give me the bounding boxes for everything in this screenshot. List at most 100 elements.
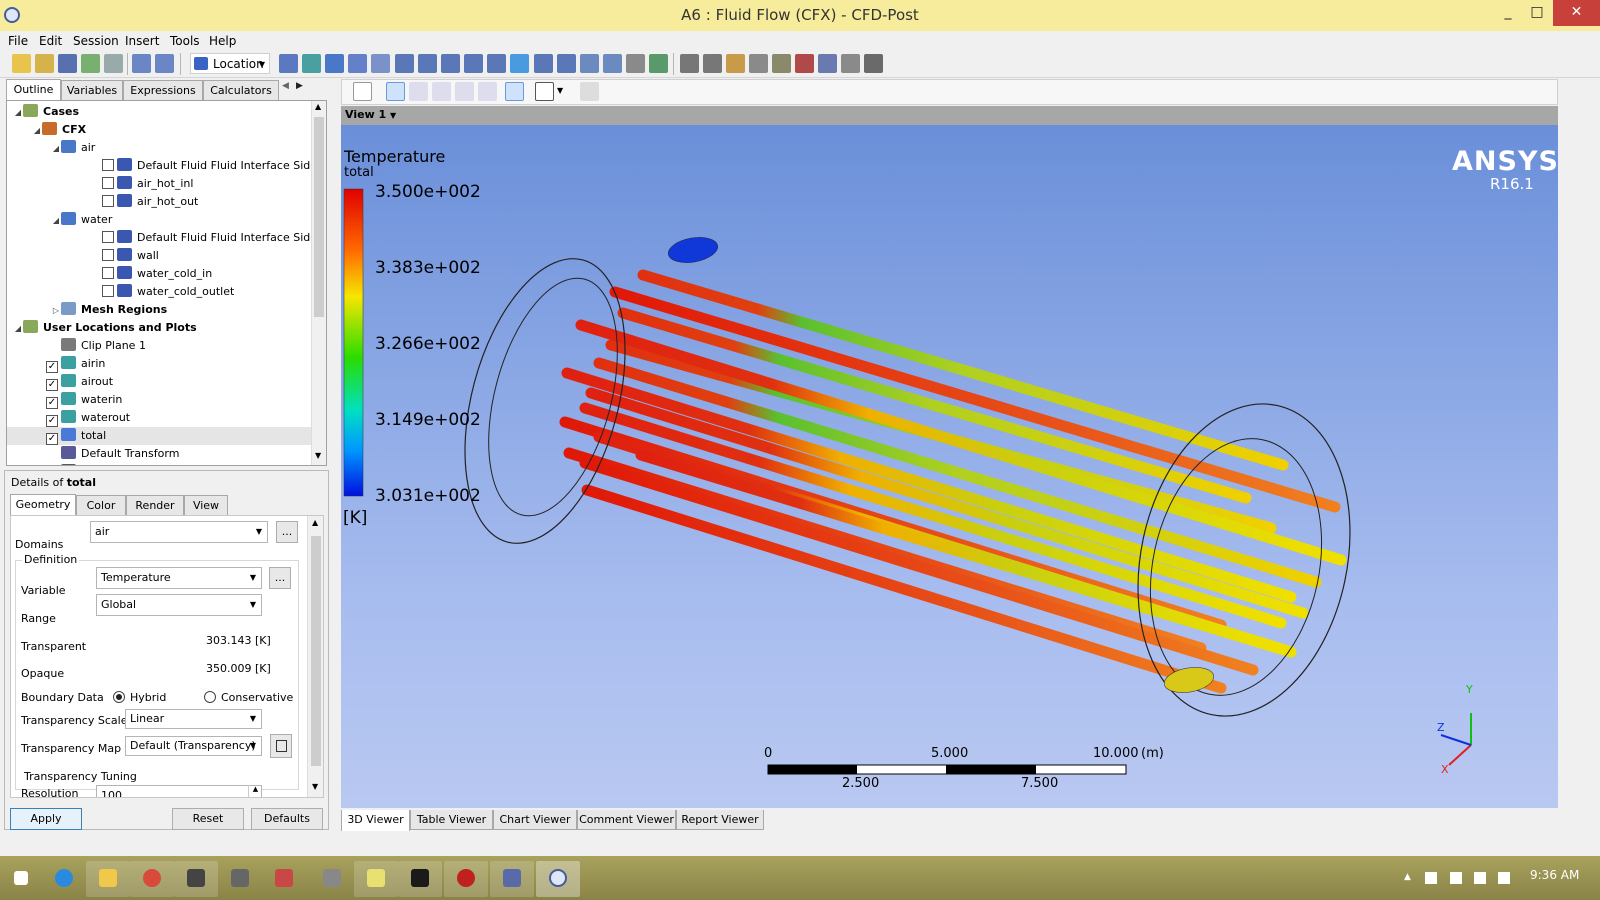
- outline-scrollbar[interactable]: ▲ ▼: [311, 101, 326, 465]
- coordinate-frame-icon[interactable]: [418, 54, 437, 73]
- redo-icon[interactable]: [155, 54, 174, 73]
- tree-item[interactable]: Default Transform: [7, 445, 326, 463]
- taskbar-app[interactable]: [354, 861, 398, 897]
- variable-more-button[interactable]: ...: [269, 567, 291, 589]
- tab-scroll-right-icon[interactable]: ▶: [296, 81, 303, 91]
- load-state-icon[interactable]: [35, 54, 54, 73]
- tree-item[interactable]: ◢ Cases: [7, 103, 326, 121]
- visibility-checkbox[interactable]: ✓: [46, 361, 58, 373]
- tray-expand-icon[interactable]: ▲: [1404, 872, 1411, 882]
- scroll-down-icon[interactable]: ▼: [312, 782, 318, 791]
- volume-icon[interactable]: [1498, 872, 1510, 884]
- view-selector[interactable]: View 1 ▼: [345, 108, 396, 121]
- expand-icon[interactable]: ▷: [51, 302, 61, 320]
- menu-session[interactable]: Session: [73, 33, 119, 49]
- instance-transform-icon[interactable]: [464, 54, 483, 73]
- visibility-checkbox[interactable]: [102, 267, 114, 279]
- refresh-icon[interactable]: [81, 54, 100, 73]
- particle-track-icon[interactable]: [348, 54, 367, 73]
- clip-plane-icon[interactable]: [487, 54, 506, 73]
- color-map-icon[interactable]: [510, 54, 529, 73]
- network-icon[interactable]: [1474, 872, 1486, 884]
- taskbar-ansys-workbench[interactable]: [398, 861, 442, 897]
- collapse-icon[interactable]: ◢: [13, 320, 23, 338]
- zoom-icon[interactable]: [432, 82, 451, 101]
- edit-map-button[interactable]: [270, 734, 292, 758]
- taskbar-chrome[interactable]: [130, 861, 174, 897]
- tab-report-viewer[interactable]: Report Viewer: [676, 810, 764, 830]
- screenshot-icon[interactable]: [104, 54, 123, 73]
- visibility-checkbox[interactable]: ✓: [46, 379, 58, 391]
- resolution-stepper[interactable]: ▲: [248, 785, 262, 797]
- visibility-checkbox[interactable]: ✓: [46, 415, 58, 427]
- viewport-layout-icon[interactable]: [535, 82, 554, 101]
- taskbar-ie[interactable]: [42, 861, 86, 897]
- taskbar-app[interactable]: [490, 861, 534, 897]
- expression-icon[interactable]: [557, 54, 576, 73]
- rotate-icon[interactable]: [386, 82, 405, 101]
- variable-select[interactable]: Temperature ▼: [96, 567, 262, 589]
- location-dropdown[interactable]: Location ▼: [190, 53, 270, 74]
- tab-scroll-left-icon[interactable]: ◀: [282, 81, 289, 91]
- contour-icon[interactable]: [302, 54, 321, 73]
- visibility-checkbox[interactable]: [102, 249, 114, 261]
- taskbar-explorer[interactable]: [86, 861, 130, 897]
- scroll-up-icon[interactable]: ▲: [312, 518, 318, 527]
- zoom-box-icon[interactable]: [455, 82, 474, 101]
- save-state-icon[interactable]: [58, 54, 77, 73]
- tree-item[interactable]: Default Fluid Fluid Interface Side 2 1: [7, 229, 326, 247]
- legend-icon[interactable]: [441, 54, 460, 73]
- collapse-icon[interactable]: ◢: [51, 212, 61, 230]
- taskbar-cfd-post[interactable]: [536, 861, 580, 897]
- menu-insert[interactable]: Insert: [125, 33, 159, 49]
- tree-item[interactable]: ✓ airout: [7, 373, 326, 391]
- table-icon[interactable]: [580, 54, 599, 73]
- details-scrollbar[interactable]: ▲ ▼: [307, 516, 323, 797]
- tree-item[interactable]: ✓ total: [7, 427, 326, 445]
- animation-icon[interactable]: [703, 54, 722, 73]
- collapse-icon[interactable]: ◢: [13, 104, 23, 122]
- tree-item[interactable]: ◢ water: [7, 211, 326, 229]
- domains-more-button[interactable]: ...: [276, 521, 298, 543]
- text-icon[interactable]: [395, 54, 414, 73]
- load-results-icon[interactable]: [12, 54, 31, 73]
- tree-item[interactable]: Default Fluid Fluid Interface Side 1: [7, 157, 326, 175]
- collapse-icon[interactable]: ◢: [32, 122, 42, 140]
- reset-button[interactable]: Reset: [172, 808, 244, 830]
- tree-item[interactable]: wall: [7, 247, 326, 265]
- tab-chart-viewer[interactable]: Chart Viewer: [493, 810, 577, 830]
- undo-icon[interactable]: [132, 54, 151, 73]
- flag-icon[interactable]: [1425, 872, 1437, 884]
- highlight-icon[interactable]: [505, 82, 524, 101]
- chevron-down-icon[interactable]: ▼: [557, 86, 563, 95]
- tab-variables[interactable]: Variables: [61, 80, 123, 100]
- menu-edit[interactable]: Edit: [39, 33, 62, 49]
- pan-icon[interactable]: [409, 82, 428, 101]
- tab-calculators[interactable]: Calculators: [203, 80, 279, 100]
- zoom-fit-icon[interactable]: [478, 82, 497, 101]
- tab-3d-viewer[interactable]: 3D Viewer: [341, 810, 410, 831]
- macro-icon[interactable]: [795, 54, 814, 73]
- display-icon[interactable]: [1450, 872, 1462, 884]
- tree-item[interactable]: ◢ air: [7, 139, 326, 157]
- 3d-viewport[interactable]: Temperature total 3.500e+002 3.383e+002 …: [341, 125, 1558, 808]
- clock[interactable]: 9:36 AM: [1530, 868, 1579, 882]
- visibility-checkbox[interactable]: [102, 231, 114, 243]
- conservative-radio[interactable]: [204, 691, 216, 703]
- transparency-map-select[interactable]: Default (Transparency) ▼: [125, 736, 262, 756]
- taskbar-app[interactable]: [310, 861, 354, 897]
- menu-help[interactable]: Help: [209, 33, 236, 49]
- transparency-scale-select[interactable]: Linear ▼: [125, 709, 262, 729]
- scroll-up-icon[interactable]: ▲: [315, 102, 321, 111]
- hybrid-radio[interactable]: [113, 691, 125, 703]
- apply-button[interactable]: Apply: [10, 808, 82, 830]
- volume-render-icon[interactable]: [371, 54, 390, 73]
- mesh-calculator-icon[interactable]: [818, 54, 837, 73]
- tab-render[interactable]: Render: [126, 495, 184, 515]
- visibility-checkbox[interactable]: ✓: [46, 433, 58, 445]
- chart-icon[interactable]: [603, 54, 622, 73]
- tab-view[interactable]: View: [184, 495, 228, 515]
- visibility-checkbox[interactable]: [102, 177, 114, 189]
- tree-item[interactable]: air_hot_out: [7, 193, 326, 211]
- tree-item[interactable]: water_cold_in: [7, 265, 326, 283]
